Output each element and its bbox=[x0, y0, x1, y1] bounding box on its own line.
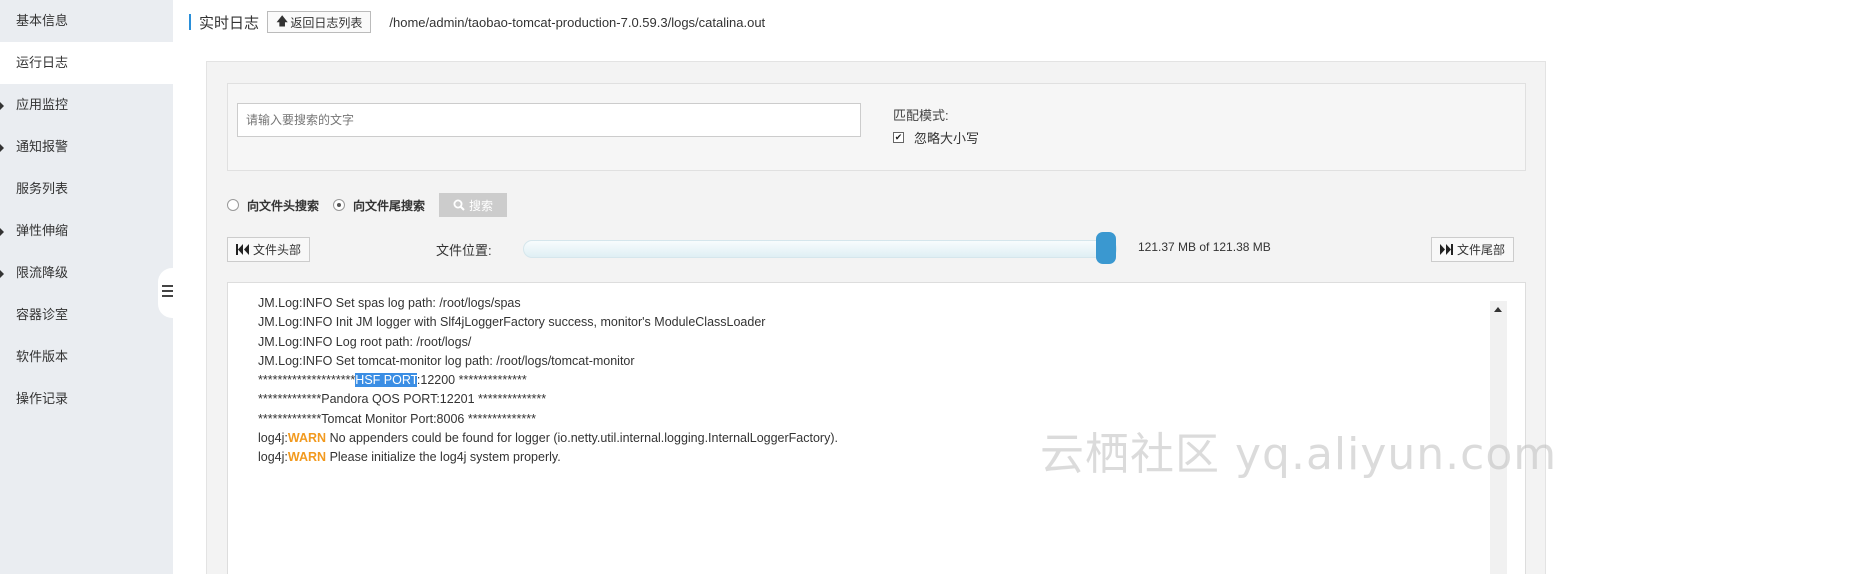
search-box: 匹配模式: ✔ 忽略大小写 bbox=[227, 83, 1526, 171]
search-from-head-label: 向文件头搜索 bbox=[247, 198, 320, 213]
search-input[interactable] bbox=[237, 103, 861, 137]
log-line: *************Pandora QOS PORT:12201 ****… bbox=[258, 390, 838, 409]
log-line: JM.Log:INFO Set tomcat-monitor log path:… bbox=[258, 352, 838, 371]
arrow-up-icon: 🡅 bbox=[276, 13, 289, 28]
sidebar-item[interactable]: 通知报警 bbox=[0, 126, 173, 168]
sidebar-item[interactable]: 操作记录 bbox=[0, 378, 173, 420]
caret-right-icon bbox=[0, 228, 4, 236]
log-text: log4j: bbox=[258, 431, 288, 446]
file-tail-button[interactable]: 文件尾部 bbox=[1431, 237, 1515, 262]
log-line-clipped bbox=[258, 283, 838, 294]
sidebar-item-label: 服务列表 bbox=[16, 181, 69, 196]
log-panel: 匹配模式: ✔ 忽略大小写 向文件头搜索 向文件尾搜索 搜索 文件头部 文件位置… bbox=[206, 61, 1546, 574]
log-line: JM.Log:INFO Set spas log path: /root/log… bbox=[258, 294, 838, 313]
sidebar-item-label: 限流降级 bbox=[16, 265, 69, 280]
log-line: log4j:WARN No appenders could be found f… bbox=[258, 429, 838, 448]
sidebar-item[interactable]: 弹性伸缩 bbox=[0, 210, 173, 252]
sidebar-item-label: 操作记录 bbox=[16, 391, 69, 406]
sidebar-item[interactable]: 软件版本 bbox=[0, 336, 173, 378]
log-lines: JM.Log:INFO Set spas log path: /root/log… bbox=[258, 283, 838, 468]
log-text: *************Tomcat Monitor Port:8006 **… bbox=[258, 411, 536, 426]
sidebar-item-label: 通知报警 bbox=[16, 139, 69, 154]
log-line: *************Tomcat Monitor Port:8006 **… bbox=[258, 410, 838, 429]
title-accent-bar bbox=[189, 14, 191, 30]
warn-label: WARN bbox=[287, 450, 327, 465]
search-direction-group: 向文件头搜索 向文件尾搜索 搜索 bbox=[227, 193, 508, 217]
log-text: No appenders could be found for logger (… bbox=[326, 431, 838, 446]
log-text: ******************** bbox=[258, 373, 356, 388]
menu-icon bbox=[162, 285, 173, 300]
ignore-case-label: 忽略大小写 bbox=[914, 131, 980, 146]
log-line: JM.Log:INFO Log root path: /root/logs/ bbox=[258, 333, 838, 352]
caret-right-icon bbox=[0, 144, 4, 152]
log-text: JM.Log:INFO Log root path: /root/logs/ bbox=[258, 334, 472, 349]
log-text: *************Pandora QOS PORT:12201 ****… bbox=[258, 392, 547, 407]
search-from-tail-option[interactable]: 向文件尾搜索 bbox=[333, 197, 425, 214]
search-button[interactable]: 搜索 bbox=[439, 193, 508, 217]
log-text: Please initialize the log4j system prope… bbox=[326, 450, 561, 465]
warn-label: WARN bbox=[287, 431, 327, 446]
ignore-case-option[interactable]: ✔ 忽略大小写 bbox=[893, 128, 979, 147]
search-highlight: HSF PORT bbox=[355, 373, 417, 388]
sidebar-item[interactable]: 服务列表 bbox=[0, 168, 173, 210]
sidebar-item-label: 容器诊室 bbox=[16, 307, 69, 322]
log-line: JM.Log:INFO Init JM logger with Slf4jLog… bbox=[258, 313, 838, 332]
file-position-slider[interactable] bbox=[523, 240, 1117, 258]
skip-to-start-icon bbox=[236, 244, 249, 255]
file-tail-label: 文件尾部 bbox=[1457, 243, 1506, 257]
page-header: 实时日志 🡅 返回日志列表 /home/admin/taobao-tomcat-… bbox=[189, 10, 765, 34]
scroll-up-arrow-icon[interactable] bbox=[1494, 307, 1502, 312]
sidebar-item[interactable]: 限流降级 bbox=[0, 252, 173, 294]
sidebar-item-label: 运行日志 bbox=[16, 55, 69, 70]
log-text: JM.Log:INFO Set spas log path: /root/log… bbox=[258, 296, 521, 310]
skip-to-end-icon bbox=[1440, 244, 1453, 255]
log-line: ********************HSF PORT:12200 *****… bbox=[258, 371, 838, 390]
log-line: log4j:WARN Please initialize the log4j s… bbox=[258, 448, 838, 467]
search-button-label: 搜索 bbox=[469, 198, 494, 213]
match-mode-label: 匹配模式: bbox=[893, 108, 949, 123]
sidebar-item[interactable]: 基本信息 bbox=[0, 0, 173, 42]
sidebar-item-label: 基本信息 bbox=[16, 13, 69, 28]
ignore-case-checkbox[interactable]: ✔ bbox=[893, 132, 904, 143]
sidebar-item-label: 应用监控 bbox=[16, 97, 69, 112]
file-head-label: 文件头部 bbox=[253, 243, 302, 257]
sidebar: 基本信息运行日志应用监控通知报警服务列表弹性伸缩限流降级容器诊室软件版本操作记录 bbox=[0, 0, 180, 574]
search-from-head-radio[interactable] bbox=[227, 199, 239, 211]
page-title: 实时日志 bbox=[199, 14, 260, 32]
log-text: JM.Log:INFO Init JM logger with Slf4jLog… bbox=[258, 315, 766, 330]
sidebar-item[interactable]: 运行日志 bbox=[0, 42, 173, 84]
file-position-slider-handle[interactable] bbox=[1096, 232, 1116, 264]
sidebar-item[interactable]: 容器诊室 bbox=[0, 294, 173, 336]
log-text: :12200 ************** bbox=[416, 373, 527, 388]
search-from-tail-radio[interactable] bbox=[333, 199, 346, 211]
search-from-tail-label: 向文件尾搜索 bbox=[353, 198, 426, 213]
log-text: JM.Log:INFO Set tomcat-monitor log path:… bbox=[258, 353, 635, 368]
sidebar-collapse-toggle[interactable] bbox=[158, 268, 180, 318]
watermark: 云栖社区 yq.aliyun.com bbox=[1040, 429, 1558, 480]
back-button-label: 返回日志列表 bbox=[290, 15, 363, 30]
sidebar-item-label: 软件版本 bbox=[16, 349, 69, 364]
back-to-log-list-button[interactable]: 🡅 返回日志列表 bbox=[267, 11, 372, 33]
search-icon bbox=[453, 199, 465, 211]
log-file-path: /home/admin/taobao-tomcat-production-7.0… bbox=[389, 14, 766, 30]
file-head-button[interactable]: 文件头部 bbox=[227, 237, 311, 262]
log-text: log4j: bbox=[258, 450, 288, 465]
file-position-label: 文件位置: bbox=[436, 243, 492, 258]
caret-right-icon bbox=[0, 270, 4, 278]
caret-right-icon bbox=[0, 102, 4, 110]
search-from-head-option[interactable]: 向文件头搜索 bbox=[227, 197, 319, 214]
sidebar-item-label: 弹性伸缩 bbox=[16, 223, 69, 238]
sidebar-item[interactable]: 应用监控 bbox=[0, 84, 173, 126]
file-size-readout: 121.37 MB of 121.38 MB bbox=[1138, 240, 1271, 254]
